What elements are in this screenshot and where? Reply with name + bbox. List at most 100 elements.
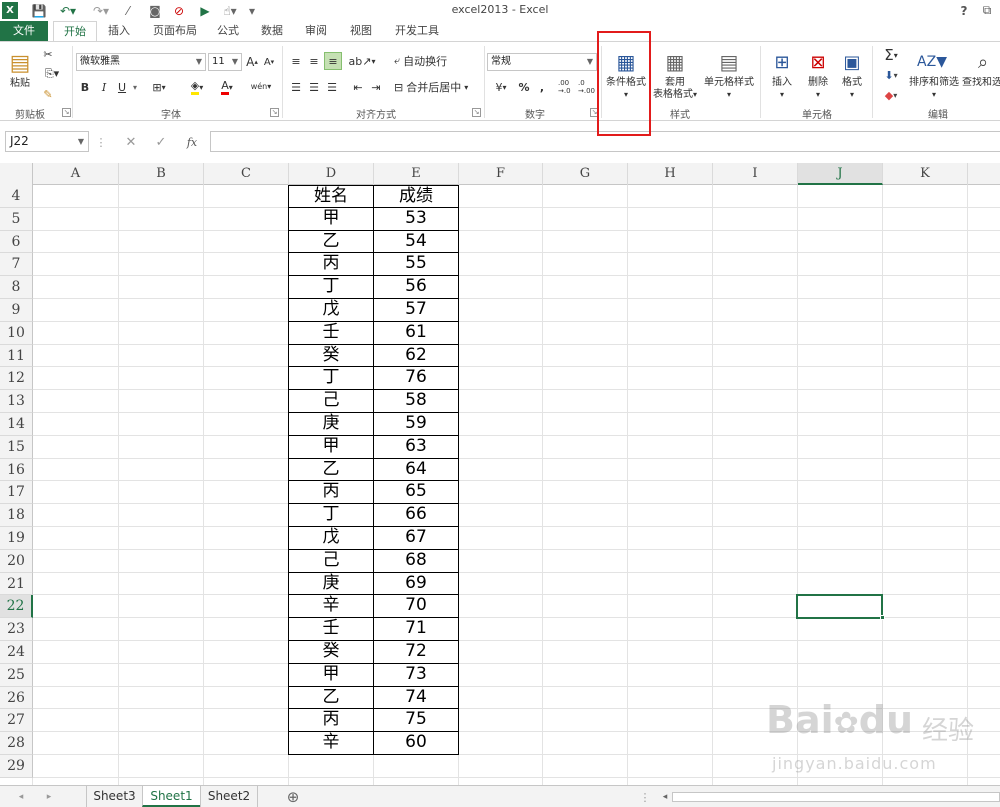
- copy-icon[interactable]: ⎘▾: [40, 66, 64, 82]
- help-icon[interactable]: ?: [956, 2, 972, 19]
- score-cell[interactable]: 61: [374, 321, 459, 345]
- score-cell[interactable]: 59: [374, 413, 459, 436]
- name-cell[interactable]: 己: [288, 390, 374, 413]
- row-header-7[interactable]: 7: [0, 253, 33, 277]
- name-cell[interactable]: 丁: [288, 504, 374, 527]
- row-header-15[interactable]: 15: [0, 435, 33, 459]
- align-top-icon[interactable]: ≡: [288, 52, 304, 70]
- restore-icon[interactable]: ⧉: [978, 2, 996, 19]
- column-header-f[interactable]: F: [459, 163, 543, 185]
- score-cell[interactable]: 56: [374, 276, 459, 299]
- border-button[interactable]: ⊞ ▾: [146, 78, 172, 96]
- sheet-tab-sheet2[interactable]: Sheet2: [200, 786, 258, 807]
- score-cell[interactable]: 76: [374, 367, 459, 391]
- score-cell[interactable]: 55: [374, 253, 459, 277]
- cut-icon[interactable]: ✂: [40, 46, 56, 62]
- paste-icon[interactable]: ▤: [6, 46, 34, 80]
- accounting-format-button[interactable]: ¥ ▾: [488, 78, 514, 96]
- tab-review[interactable]: 审阅: [298, 21, 334, 41]
- name-box[interactable]: J22 ▼: [5, 131, 89, 152]
- fill-color-button[interactable]: ◈ ▾: [184, 78, 210, 96]
- bold-button[interactable]: B: [78, 78, 92, 96]
- name-cell[interactable]: 辛: [288, 595, 374, 619]
- score-cell[interactable]: 62: [374, 344, 459, 368]
- name-cell[interactable]: 乙: [288, 230, 374, 254]
- increase-decimal-button[interactable]: .00 →.0: [558, 78, 576, 96]
- name-cell[interactable]: 丙: [288, 481, 374, 505]
- column-header-g[interactable]: G: [543, 163, 628, 185]
- score-cell[interactable]: 64: [374, 458, 459, 482]
- align-right-icon[interactable]: ☰: [324, 78, 340, 96]
- shrink-font-button[interactable]: A ▾: [262, 53, 276, 71]
- name-cell[interactable]: 乙: [288, 458, 374, 482]
- column-header-b[interactable]: B: [119, 163, 204, 185]
- tab-insert[interactable]: 插入: [100, 21, 138, 41]
- name-cell[interactable]: 戊: [288, 527, 374, 550]
- row-header-18[interactable]: 18: [0, 504, 33, 527]
- align-middle-icon[interactable]: ≡: [306, 52, 322, 70]
- name-cell[interactable]: 甲: [288, 435, 374, 459]
- fill-handle[interactable]: [880, 615, 885, 621]
- row-header-23[interactable]: 23: [0, 618, 33, 641]
- find-select-icon[interactable]: ⌕: [970, 48, 996, 76]
- scroll-right-icon[interactable]: ▸: [42, 789, 56, 805]
- scroll-left-icon[interactable]: ◂: [14, 789, 28, 805]
- column-header-d[interactable]: D: [289, 163, 374, 185]
- font-launcher-icon[interactable]: ↘: [270, 108, 279, 117]
- header-score-cell[interactable]: 成绩: [374, 185, 459, 208]
- name-cell[interactable]: 甲: [288, 207, 374, 231]
- score-cell[interactable]: 71: [374, 618, 459, 641]
- score-cell[interactable]: 72: [374, 641, 459, 664]
- increase-indent-icon[interactable]: ⇥: [368, 78, 384, 96]
- tab-data[interactable]: 数据: [254, 21, 290, 41]
- column-header-c[interactable]: C: [204, 163, 289, 185]
- underline-button[interactable]: U: [115, 78, 129, 96]
- cancel-icon[interactable]: ✕: [122, 133, 140, 151]
- score-cell[interactable]: 68: [374, 549, 459, 573]
- wrap-text-button[interactable]: ⤶ 自动换行: [394, 52, 454, 70]
- font-color-button[interactable]: A ▾: [214, 78, 240, 96]
- tab-developer[interactable]: 开发工具: [388, 21, 446, 41]
- column-header-j[interactable]: J: [798, 163, 883, 185]
- row-header-21[interactable]: 21: [0, 572, 33, 596]
- font-size-select[interactable]: 11 ▼: [208, 53, 242, 71]
- score-cell[interactable]: 53: [374, 207, 459, 231]
- sheet-tab-sheet1[interactable]: Sheet1: [142, 786, 200, 807]
- row-header-24[interactable]: 24: [0, 641, 33, 664]
- add-sheet-icon[interactable]: ⊕: [284, 788, 302, 806]
- alignment-launcher-icon[interactable]: ↘: [472, 108, 481, 117]
- number-format-select[interactable]: 常规 ▼: [487, 53, 597, 71]
- decrease-indent-icon[interactable]: ⇤: [350, 78, 366, 96]
- row-header-22[interactable]: 22: [0, 595, 33, 619]
- name-cell[interactable]: 己: [288, 549, 374, 573]
- score-cell[interactable]: 75: [374, 709, 459, 733]
- score-cell[interactable]: 69: [374, 572, 459, 596]
- row-header-14[interactable]: 14: [0, 413, 33, 436]
- column-header-e[interactable]: E: [374, 163, 459, 185]
- merge-center-button[interactable]: ⊟ 合并后居中 ▾: [394, 78, 474, 96]
- insert-cells-icon[interactable]: ⊞: [770, 48, 794, 76]
- name-cell[interactable]: 壬: [288, 618, 374, 641]
- column-header-i[interactable]: I: [713, 163, 798, 185]
- row-header-16[interactable]: 16: [0, 458, 33, 482]
- name-cell[interactable]: 甲: [288, 663, 374, 687]
- name-cell[interactable]: 丁: [288, 367, 374, 391]
- score-cell[interactable]: 58: [374, 390, 459, 413]
- percent-button[interactable]: %: [516, 78, 532, 96]
- name-cell[interactable]: 乙: [288, 686, 374, 710]
- name-cell[interactable]: 戊: [288, 299, 374, 322]
- chevron-down-icon[interactable]: ▾: [130, 78, 140, 96]
- score-cell[interactable]: 60: [374, 732, 459, 755]
- italic-button[interactable]: I: [97, 78, 111, 96]
- row-header-25[interactable]: 25: [0, 663, 33, 687]
- row-header-20[interactable]: 20: [0, 549, 33, 573]
- score-cell[interactable]: 54: [374, 230, 459, 254]
- delete-cells-icon[interactable]: ⊠: [806, 48, 830, 76]
- grow-font-button[interactable]: A ▴: [245, 53, 259, 71]
- tab-file[interactable]: 文件: [0, 21, 48, 41]
- column-header-a[interactable]: A: [33, 163, 119, 185]
- paste-button[interactable]: 粘贴: [4, 78, 36, 90]
- row-header-11[interactable]: 11: [0, 344, 33, 368]
- clipboard-launcher-icon[interactable]: ↘: [62, 108, 71, 117]
- tab-formulas[interactable]: 公式: [210, 21, 246, 41]
